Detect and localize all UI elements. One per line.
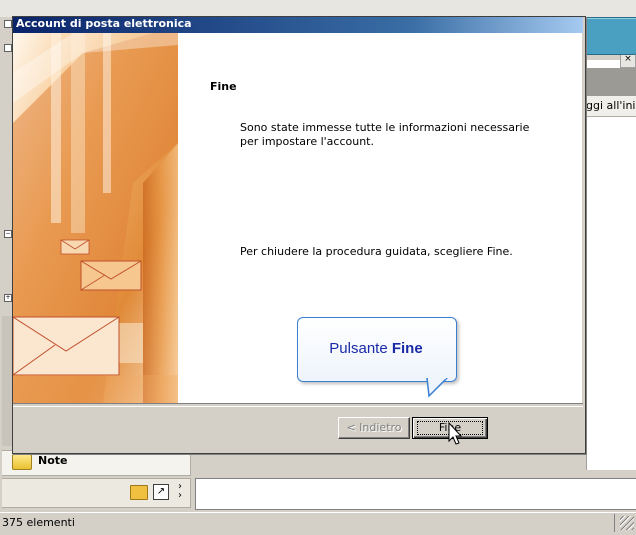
pane-grip-icon[interactable] <box>4 20 12 28</box>
resize-grip-icon[interactable] <box>620 516 634 530</box>
reading-pane <box>586 60 636 470</box>
instruction-text: Per chiudere la procedura guidata, scegl… <box>240 245 513 258</box>
collapse-icon[interactable]: − <box>4 230 12 238</box>
callout-pointer <box>426 378 449 398</box>
mouse-cursor-icon <box>448 422 463 445</box>
dialog-title-bar[interactable]: Account di posta elettronica <box>13 17 583 33</box>
folder-icon[interactable] <box>130 485 148 500</box>
reading-pane-header <box>586 68 636 96</box>
notes-icon <box>12 454 32 470</box>
notes-label: Note <box>38 454 68 467</box>
page-heading: Fine <box>210 80 237 93</box>
more-chevron-icon[interactable]: › › <box>174 482 186 501</box>
status-item-count: 375 elementi <box>2 516 75 529</box>
expand-icon[interactable]: + <box>4 294 12 302</box>
wizard-side-banner <box>13 33 178 403</box>
back-button[interactable]: < Indietro <box>338 417 410 439</box>
callout-prefix: Pulsante <box>329 340 392 357</box>
shortcut-icon[interactable]: ↗ <box>153 484 169 500</box>
button-separator <box>13 403 583 407</box>
status-bar <box>0 512 636 535</box>
callout-bold: Fine <box>391 340 423 357</box>
envelope-banner-graphic <box>13 33 178 403</box>
info-text: Sono state immesse tutte le informazioni… <box>240 121 530 148</box>
reading-pane-toolbar: ggi all'inizio <box>586 96 636 117</box>
bottom-panel <box>195 478 636 510</box>
pane-grip-icon[interactable] <box>4 44 12 52</box>
callout-text: Pulsante Fine <box>297 317 455 380</box>
status-divider <box>614 514 615 532</box>
toolbar-text: ggi all'inizio <box>586 99 636 112</box>
navigation-pane-strip <box>2 316 12 446</box>
